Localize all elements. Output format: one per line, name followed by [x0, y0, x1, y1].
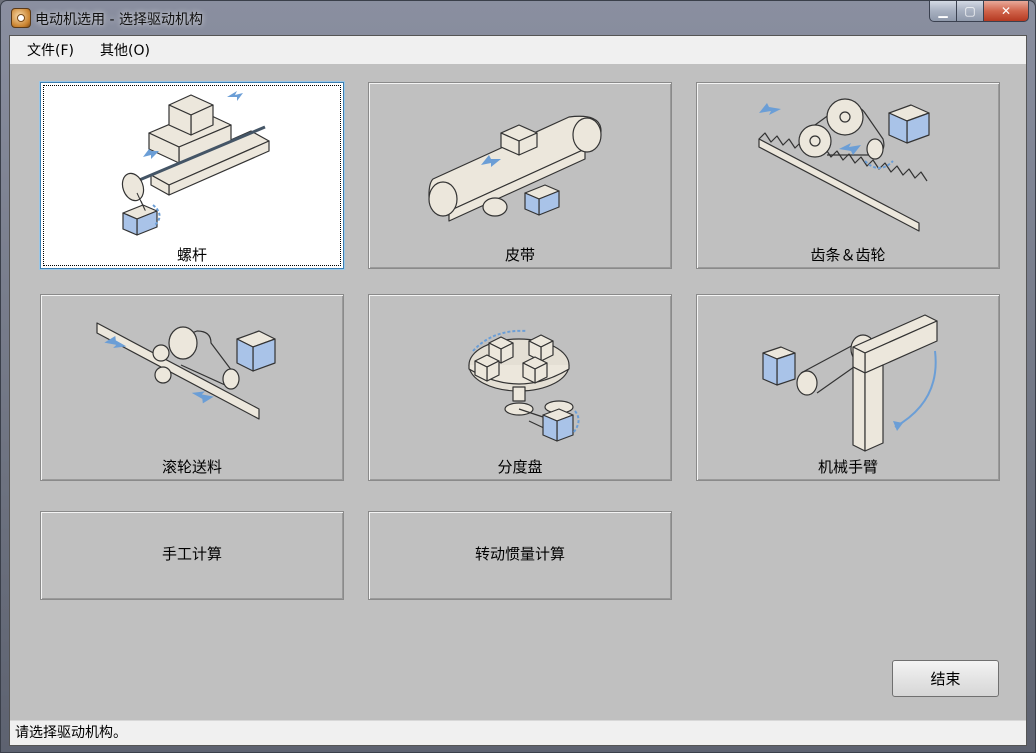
application-window: 电动机选用 - 选择驱动机构 ▁ ▢ ✕ 文件(F) 其他(O) 螺杆 皮带 齿… — [0, 0, 1036, 753]
maximize-button[interactable]: ▢ — [957, 1, 984, 22]
title-bar[interactable]: 电动机选用 - 选择驱动机构 ▁ ▢ ✕ — [1, 1, 1035, 35]
tile-label: 转动惯量计算 — [474, 545, 565, 563]
tile-label: 分度盘 — [497, 458, 543, 476]
rack-and-pinion-icon — [758, 98, 930, 232]
mechanism-tile-index-table[interactable]: 分度盘 — [368, 294, 672, 481]
window-title: 电动机选用 - 选择驱动机构 — [35, 12, 203, 28]
menu-other[interactable]: 其他(O) — [89, 40, 161, 60]
inertia-calculation-button[interactable]: 转动惯量计算 — [368, 511, 672, 600]
manual-calculation-button[interactable]: 手工计算 — [40, 511, 344, 600]
tile-label: 齿条＆齿轮 — [810, 246, 886, 264]
mechanism-tile-robot-arm[interactable]: 机械手臂 — [696, 294, 1000, 481]
mechanism-tile-ball-screw[interactable]: 螺杆 — [40, 82, 344, 269]
mechanism-tile-belt[interactable]: 皮带 — [368, 82, 672, 269]
client-area: 文件(F) 其他(O) 螺杆 皮带 齿条＆齿轮 滚轮送料 分度盘 机械手臂 手工… — [9, 35, 1027, 746]
status-bar: 请选择驱动机构。 — [10, 720, 1026, 745]
maximize-icon: ▢ — [964, 4, 976, 18]
mechanism-tile-rack-pinion[interactable]: 齿条＆齿轮 — [696, 82, 1000, 269]
menu-bar: 文件(F) 其他(O) — [10, 36, 1026, 64]
end-button[interactable]: 结束 — [892, 660, 999, 697]
index-table-icon — [468, 329, 580, 442]
minimize-icon: ▁ — [938, 4, 948, 18]
mechanism-tile-roller-feed[interactable]: 滚轮送料 — [40, 294, 344, 481]
tile-label: 皮带 — [504, 246, 535, 264]
roller-feed-icon — [96, 322, 276, 420]
ball-screw-icon — [121, 91, 270, 236]
minimize-button[interactable]: ▁ — [929, 1, 957, 22]
close-button[interactable]: ✕ — [984, 1, 1029, 22]
tile-label: 手工计算 — [161, 545, 222, 563]
tile-label: 机械手臂 — [817, 458, 878, 476]
app-icon[interactable] — [11, 8, 31, 28]
window-controls: ▁ ▢ ✕ — [929, 1, 1029, 23]
tile-label: 螺杆 — [176, 246, 207, 264]
robot-arm-icon — [762, 314, 938, 452]
tile-label: 滚轮送料 — [161, 458, 222, 476]
menu-file[interactable]: 文件(F) — [16, 40, 85, 60]
belt-conveyor-icon — [428, 115, 602, 222]
close-icon: ✕ — [1000, 4, 1012, 18]
